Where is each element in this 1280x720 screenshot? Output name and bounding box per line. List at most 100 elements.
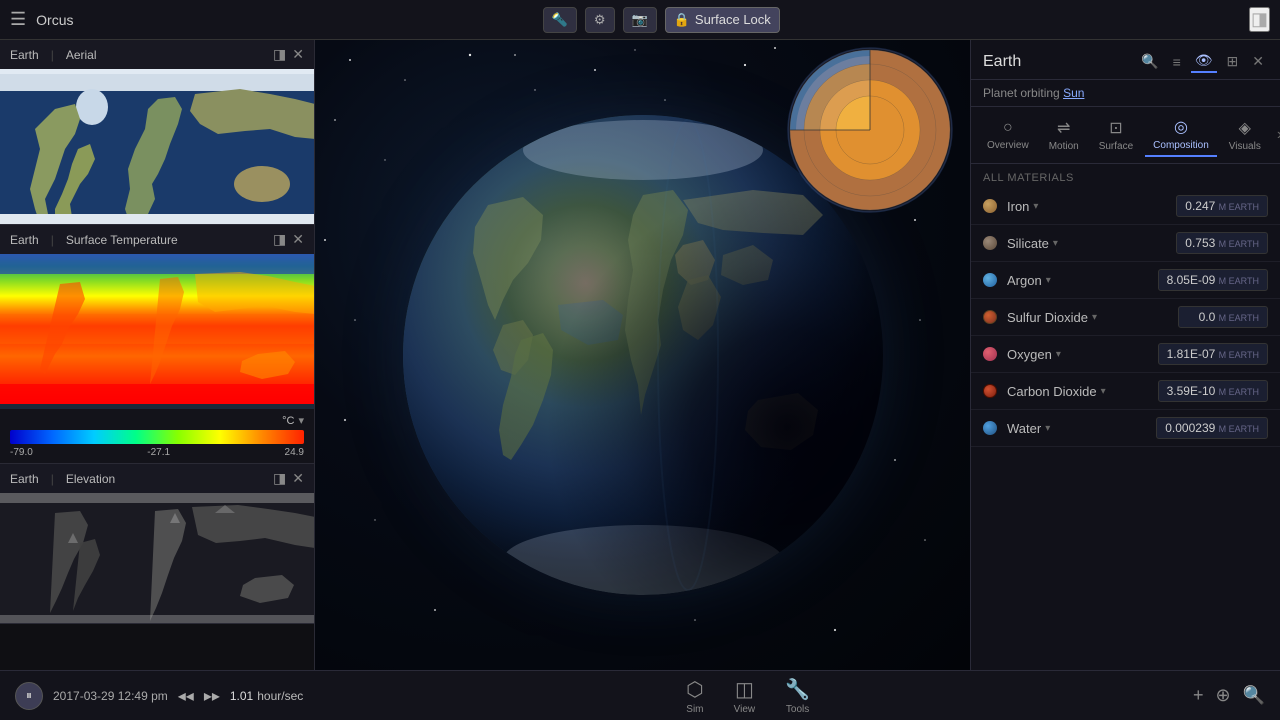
cutaway-container — [780, 40, 975, 235]
torch-button[interactable]: 🔦 — [543, 7, 577, 33]
carbon-dioxide-name: Carbon Dioxide ▾ — [1007, 384, 1148, 399]
sulfur-dioxide-name: Sulfur Dioxide ▾ — [1007, 310, 1168, 325]
step-back-icon: ◂◂ — [178, 688, 194, 705]
step-forward-icon: ▸▸ — [204, 688, 220, 705]
water-value: 0.000239 — [1165, 421, 1215, 435]
silicate-value-box: 0.753 M EARTH — [1176, 232, 1268, 254]
tab-visuals[interactable]: ◈ Visuals — [1221, 114, 1269, 156]
aerial-type-label: Aerial — [66, 48, 97, 62]
settings-button[interactable]: ⚙ — [585, 7, 615, 33]
sulfur-dioxide-chevron[interactable]: ▾ — [1092, 312, 1097, 323]
search-button[interactable]: 🔍 — [1243, 685, 1265, 706]
sulfur-dioxide-unit: M EARTH — [1219, 313, 1259, 323]
elevation-section: Earth | Elevation ◨ ✕ — [0, 464, 314, 624]
menu-icon[interactable]: ☰ — [10, 9, 26, 30]
carbon-dioxide-unit: M EARTH — [1219, 387, 1259, 397]
add-button[interactable]: + — [1193, 685, 1204, 706]
top-bar-center: 🔦 ⚙ 📷 🔒 Surface Lock — [543, 7, 780, 33]
rp-subtitle: Planet orbiting Sun — [971, 80, 1280, 107]
aerial-map — [0, 69, 314, 224]
layers-button[interactable]: ◨ — [1249, 7, 1270, 32]
oxygen-chevron[interactable]: ▾ — [1056, 349, 1061, 360]
rp-subtitle-link[interactable]: Sun — [1063, 86, 1084, 100]
argon-value-box: 8.05E-09 M EARTH — [1158, 269, 1268, 291]
elevation-header-right: ◨ ✕ — [273, 470, 304, 487]
nav-tools[interactable]: 🔧 Tools — [785, 677, 810, 715]
top-bar: ☰ Orcus 🔦 ⚙ 📷 🔒 Surface Lock ◨ — [0, 0, 1280, 40]
rp-search-btn[interactable]: 🔍 — [1137, 51, 1162, 72]
top-bar-left: ☰ Orcus — [10, 9, 73, 30]
aerial-header: Earth | Aerial ◨ ✕ — [0, 40, 314, 69]
surface-lock-button[interactable]: 🔒 Surface Lock — [665, 7, 780, 33]
water-chevron[interactable]: ▾ — [1045, 423, 1050, 434]
sim-icon: ⬡ — [686, 677, 703, 702]
tab-motion[interactable]: ⇌ Motion — [1041, 114, 1087, 156]
tab-overview[interactable]: ○ Overview — [979, 115, 1037, 155]
play-pause-icon: ⏸ — [26, 688, 32, 703]
speed-value: 1.01 — [230, 689, 253, 703]
tab-surface[interactable]: ⊡ Surface — [1091, 114, 1141, 156]
composition-icon: ◎ — [1174, 117, 1188, 137]
step-forward-button[interactable]: ▸▸ — [204, 686, 220, 706]
material-row-iron: Iron ▾ 0.247 M EARTH — [971, 188, 1280, 225]
silicate-dot — [983, 236, 997, 250]
app-title: Orcus — [36, 12, 73, 28]
elevation-header: Earth | Elevation ◨ ✕ — [0, 464, 314, 493]
temp-unit-label: °C — [282, 415, 294, 427]
nav-sim[interactable]: ⬡ Sim — [686, 677, 703, 715]
material-row-carbon-dioxide: Carbon Dioxide ▾ 3.59E-10 M EARTH — [971, 373, 1280, 410]
water-unit: M EARTH — [1219, 424, 1259, 434]
argon-value: 8.05E-09 — [1167, 273, 1216, 287]
material-row-silicate: Silicate ▾ 0.753 M EARTH — [971, 225, 1280, 262]
top-bar-right: ◨ — [1249, 7, 1270, 32]
carbon-dioxide-value: 3.59E-10 — [1167, 384, 1216, 398]
rp-list-btn[interactable]: ≡ — [1169, 52, 1185, 72]
surface-icon: ⊡ — [1109, 118, 1122, 138]
tab-composition[interactable]: ◎ Composition — [1145, 113, 1217, 157]
iron-value: 0.247 — [1185, 199, 1215, 213]
elevation-close-btn[interactable]: ✕ — [292, 470, 304, 487]
step-back-button[interactable]: ◂◂ — [178, 686, 194, 706]
iron-unit: M EARTH — [1219, 202, 1259, 212]
sulfur-dioxide-value: 0.0 — [1199, 310, 1216, 324]
aerial-close-btn[interactable]: ✕ — [292, 46, 304, 63]
aerial-header-right: ◨ ✕ — [273, 46, 304, 63]
surface-temp-map — [0, 254, 314, 409]
carbon-dioxide-value-box: 3.59E-10 M EARTH — [1158, 380, 1268, 402]
colorbar-unit: °C ▾ — [10, 414, 304, 427]
cutaway-svg — [780, 40, 960, 220]
oxygen-unit: M EARTH — [1219, 350, 1259, 360]
globe-button[interactable]: ⊕ — [1215, 685, 1230, 706]
aerial-layers-btn[interactable]: ◨ — [273, 46, 286, 63]
rp-title: Earth — [983, 53, 1021, 71]
colorbar-dropdown-icon[interactable]: ▾ — [298, 414, 304, 427]
rp-eye-btn[interactable]: 👁 — [1191, 50, 1217, 73]
elevation-type-label: Elevation — [66, 472, 115, 486]
materials-list: Iron ▾ 0.247 M EARTH Silicate ▾ 0.753 M … — [971, 188, 1280, 670]
iron-value-box: 0.247 M EARTH — [1176, 195, 1268, 217]
rp-tabs: ○ Overview ⇌ Motion ⊡ Surface ◎ Composit… — [971, 107, 1280, 164]
bottom-nav: ⬡ Sim ◫ View 🔧 Tools — [318, 677, 1178, 715]
elevation-layers-btn[interactable]: ◨ — [273, 470, 286, 487]
material-row-oxygen: Oxygen ▾ 1.81E-07 M EARTH — [971, 336, 1280, 373]
play-pause-button[interactable]: ⏸ — [15, 682, 43, 710]
argon-chevron[interactable]: ▾ — [1046, 275, 1051, 286]
rp-close-btn[interactable]: ✕ — [1248, 51, 1268, 72]
tab-more[interactable]: › — [1273, 122, 1280, 148]
silicate-chevron[interactable]: ▾ — [1053, 238, 1058, 249]
surface-temp-header-left: Earth | Surface Temperature — [10, 233, 178, 247]
iron-chevron[interactable]: ▾ — [1033, 201, 1038, 212]
surface-temp-close-btn[interactable]: ✕ — [292, 231, 304, 248]
camera-button[interactable]: 📷 — [623, 7, 657, 33]
rp-grid-btn[interactable]: ⊞ — [1223, 51, 1243, 72]
silicate-name: Silicate ▾ — [1007, 236, 1166, 251]
tab-visuals-label: Visuals — [1229, 141, 1261, 152]
nav-view[interactable]: ◫ View — [734, 677, 756, 715]
aerial-map-svg — [0, 69, 314, 224]
overview-icon: ○ — [1003, 119, 1013, 137]
oxygen-name: Oxygen ▾ — [1007, 347, 1148, 362]
surface-temp-layers-btn[interactable]: ◨ — [273, 231, 286, 248]
carbon-dioxide-chevron[interactable]: ▾ — [1101, 386, 1106, 397]
visuals-icon: ◈ — [1239, 118, 1251, 138]
surface-temp-header-right: ◨ ✕ — [273, 231, 304, 248]
